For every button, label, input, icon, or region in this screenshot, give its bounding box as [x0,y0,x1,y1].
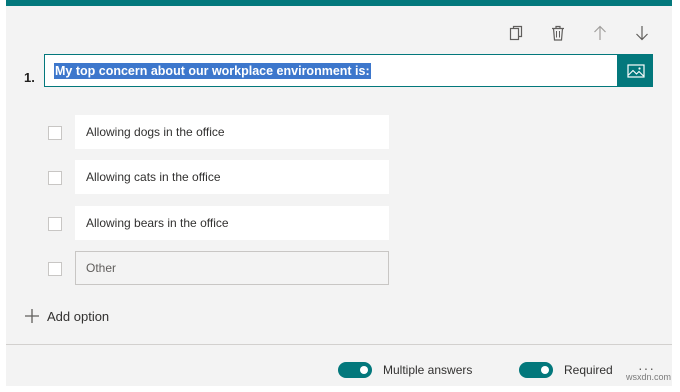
trash-icon [552,25,564,41]
required-label: Required [564,363,613,377]
question-title-text: My top concern about our workplace envir… [54,63,371,79]
option-3-checkbox[interactable] [48,217,62,231]
arrow-up-icon [594,25,606,40]
delete-button[interactable] [545,20,571,46]
option-2-checkbox[interactable] [48,171,62,185]
footer-divider [6,344,672,345]
toggle-knob [541,366,549,374]
option-1-input[interactable]: Allowing dogs in the office [75,115,389,149]
other-option-checkbox[interactable] [48,262,62,276]
multiple-answers-label: Multiple answers [383,363,473,377]
other-option-input[interactable]: Other [75,251,389,285]
question-number: 1. [24,70,35,85]
question-title-input[interactable]: My top concern about our workplace envir… [44,54,618,87]
insert-image-button[interactable] [618,54,653,87]
arrow-down-icon [636,26,648,41]
toggle-knob [360,366,368,374]
move-down-button[interactable] [629,20,655,46]
option-3-input[interactable]: Allowing bears in the office [75,206,389,240]
image-icon [626,63,645,78]
move-up-button[interactable] [587,20,613,46]
add-option-label: Add option [47,308,110,324]
question-card: 1. My top concern about our workplace en… [6,0,672,386]
add-option-button[interactable]: Add option [24,306,109,326]
plus-icon [25,309,39,323]
watermark: wsxdn.com [626,372,672,382]
option-2-input[interactable]: Allowing cats in the office [75,160,389,194]
copy-button[interactable] [503,20,529,46]
multiple-answers-toggle[interactable] [338,362,372,378]
copy-icon [509,25,523,41]
required-toggle[interactable] [519,362,553,378]
option-1-checkbox[interactable] [48,126,62,140]
